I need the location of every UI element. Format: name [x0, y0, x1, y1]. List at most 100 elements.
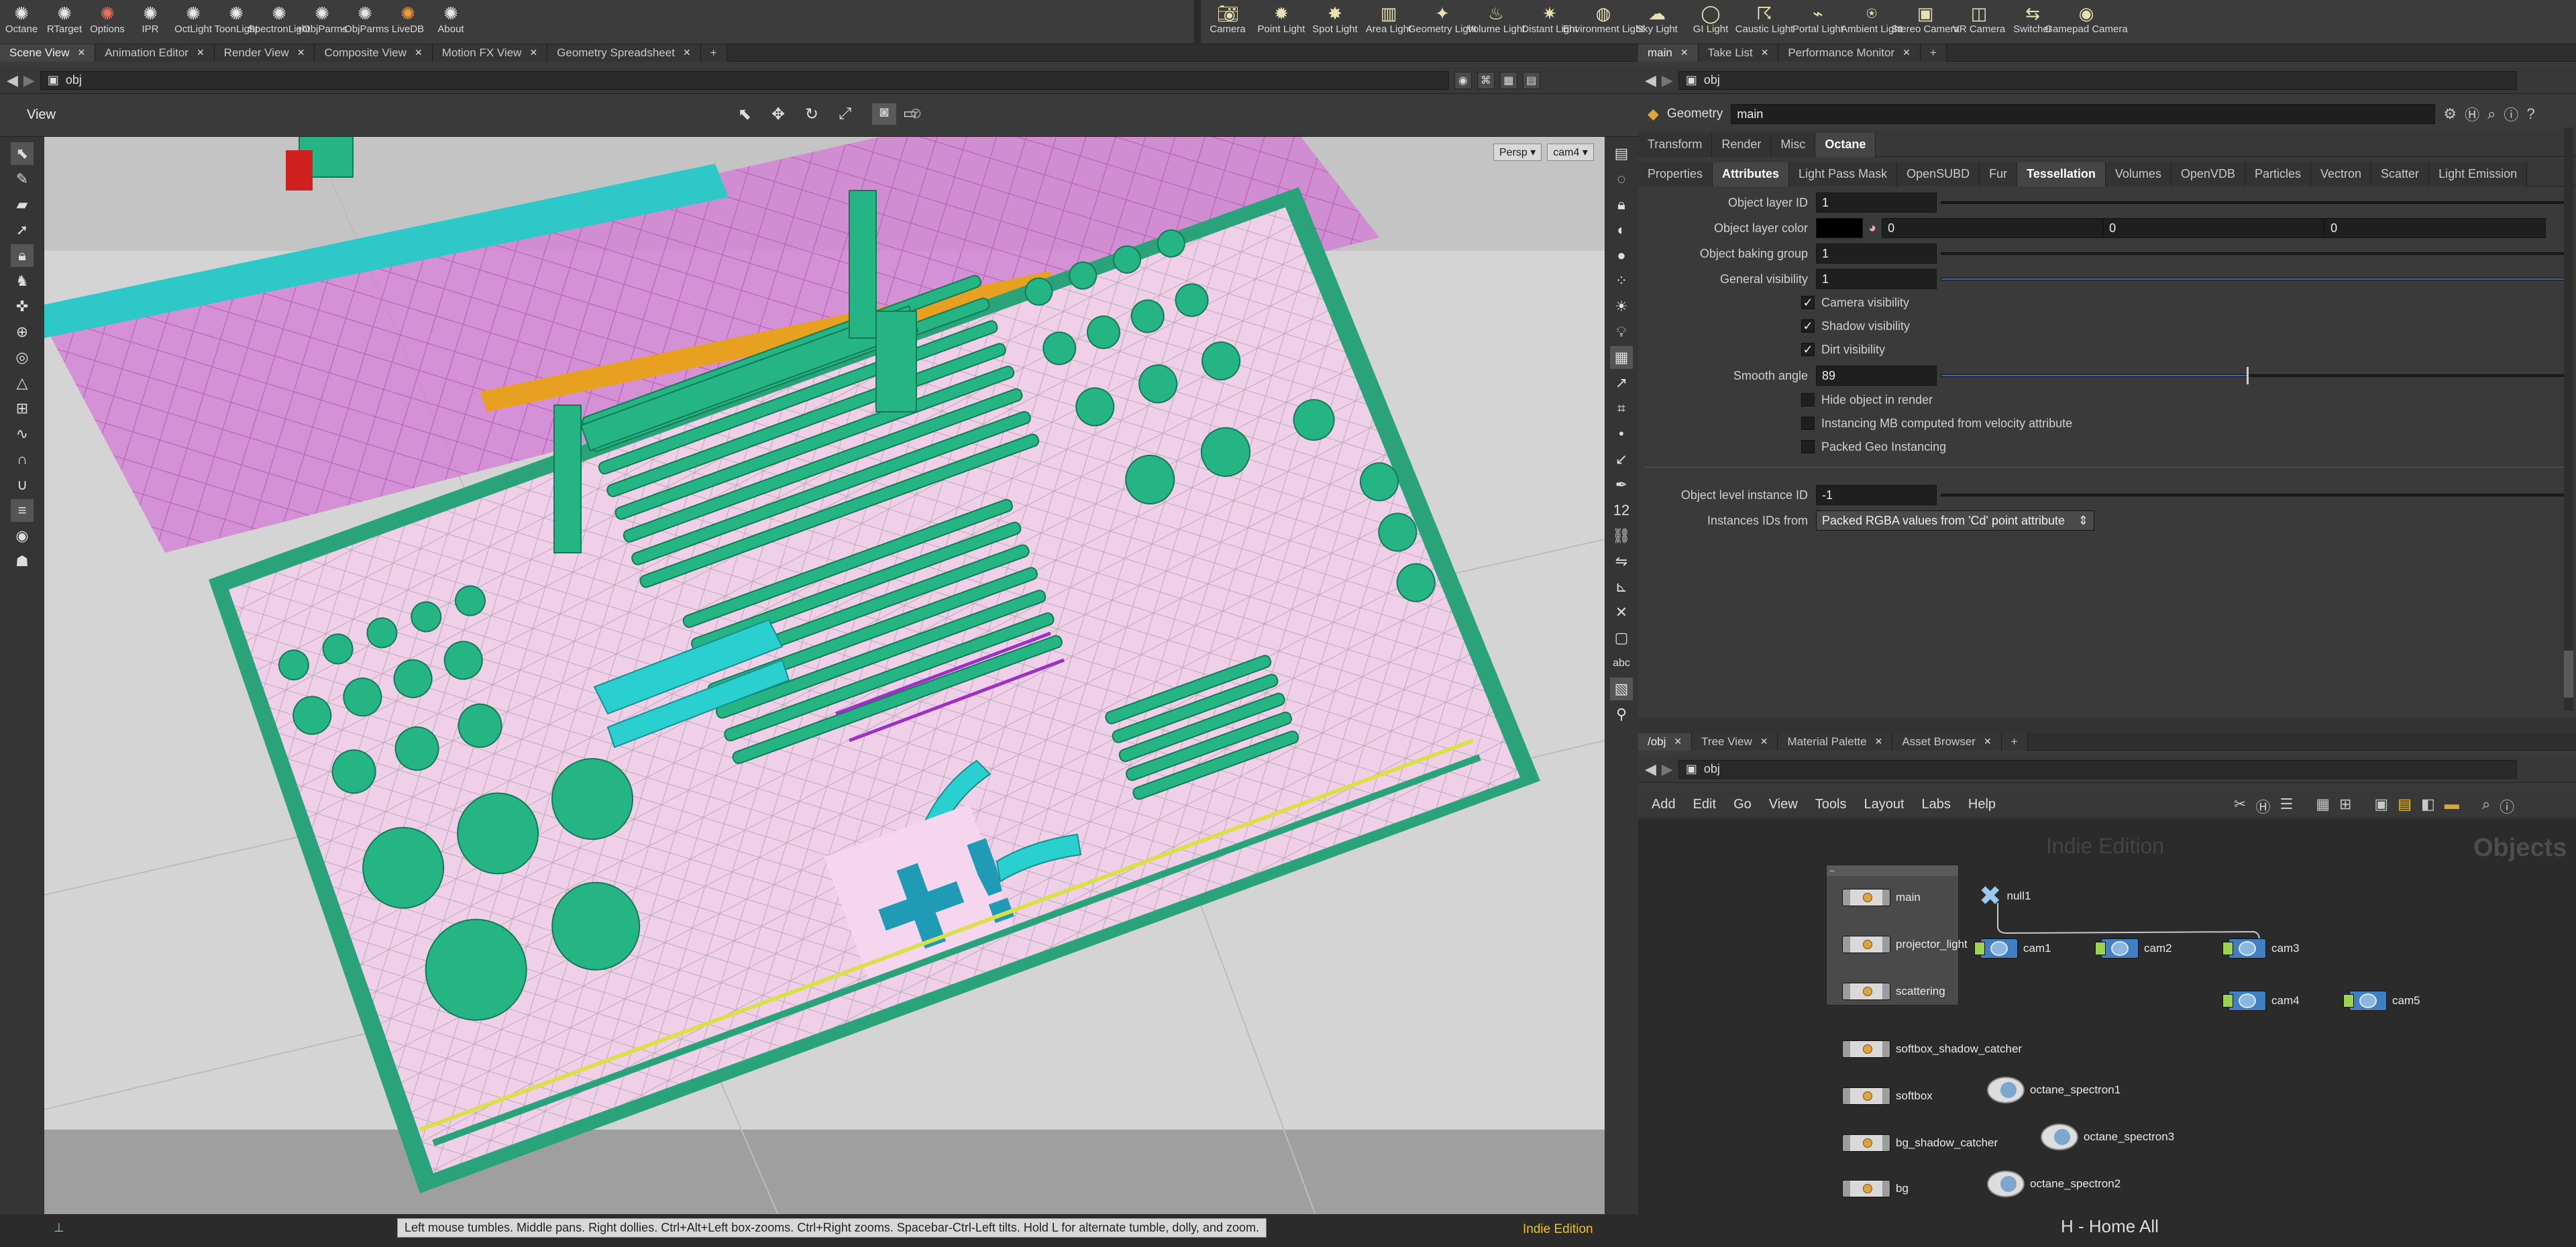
- shelf-tool-distant-light[interactable]: ✷ Distant Light: [1521, 0, 1577, 43]
- close-icon[interactable]: ✕: [1902, 47, 1911, 58]
- camera-node-body[interactable]: [2095, 938, 2139, 959]
- geometry-node-body[interactable]: [1842, 1087, 1890, 1105]
- shelf-tool-stereo-camera[interactable]: ▣ Stereo Camera: [1891, 0, 1960, 43]
- node-cam5[interactable]: cam5: [2343, 991, 2420, 1011]
- layer-color-swatch[interactable]: [1816, 218, 1863, 238]
- param-tab-openvdb[interactable]: OpenVDB: [2171, 162, 2245, 186]
- general-visibility-slider[interactable]: [1941, 278, 2565, 280]
- close-icon[interactable]: ✕: [1875, 736, 1883, 747]
- node-cam1[interactable]: cam1: [1974, 938, 2051, 959]
- geometry-node-body[interactable]: [1842, 889, 1890, 906]
- pen-icon[interactable]: ✒: [1610, 474, 1633, 496]
- display-flag-icon[interactable]: [2222, 942, 2233, 955]
- lock-icon[interactable]: 🔒︎: [11, 244, 34, 267]
- shelf-tool-octlight[interactable]: ✺ OctLight: [172, 0, 215, 43]
- menu-labs[interactable]: Labs: [1922, 797, 1951, 812]
- lock-view-icon[interactable]: 🔒︎: [1610, 193, 1633, 216]
- node-scattering[interactable]: scattering: [1842, 983, 1945, 1000]
- shelf-tool-ipr[interactable]: ✺ IPR: [129, 0, 172, 43]
- geometry-node-body[interactable]: [1842, 1180, 1890, 1197]
- pointer-icon[interactable]: ➚: [11, 219, 34, 241]
- tab-take-list[interactable]: Take List ✕: [1698, 44, 1779, 62]
- pin-icon[interactable]: ◉: [1454, 71, 1472, 89]
- back-arrow-icon[interactable]: ◀: [7, 72, 18, 89]
- dirt-visibility-check[interactable]: ✓: [1801, 343, 1815, 356]
- node-softbox[interactable]: softbox: [1842, 1087, 1933, 1105]
- net-info-icon[interactable]: ⓘ: [2500, 796, 2514, 817]
- instancing-mb-check[interactable]: [1801, 417, 1815, 430]
- shelf-tool-camera[interactable]: 📷︎ Camera: [1201, 0, 1254, 43]
- object-layer-id-slider[interactable]: [1941, 201, 2565, 204]
- param-tab-opensubd[interactable]: OpenSUBD: [1897, 162, 1980, 186]
- node-octane-spectron2[interactable]: octane_spectron2: [1987, 1171, 2121, 1197]
- box-icon[interactable]: ▢: [1610, 627, 1633, 649]
- param-tab-light-pass-mask[interactable]: Light Pass Mask: [1789, 162, 1898, 186]
- close-icon[interactable]: ✕: [1760, 736, 1768, 747]
- add-tab-icon[interactable]: +: [2001, 733, 2028, 751]
- smooth-angle-slider[interactable]: [1941, 367, 2565, 384]
- node-null1[interactable]: ✖ null1: [1979, 881, 2031, 912]
- tab-asset-browser[interactable]: Asset Browser ✕: [1892, 733, 2002, 751]
- camera-node-body[interactable]: [2222, 938, 2266, 959]
- shelf-tool-volume-light[interactable]: ♨ Volume Light: [1467, 0, 1525, 43]
- param-tab-misc[interactable]: Misc: [1771, 132, 1816, 157]
- tab-animation-editor[interactable]: Animation Editor ✕: [95, 44, 215, 62]
- object-layer-id-field[interactable]: 1: [1816, 193, 1937, 213]
- texture-icon[interactable]: ▦: [1610, 346, 1633, 369]
- wrench-icon[interactable]: ✂: [2234, 796, 2246, 817]
- help-icon[interactable]: ?: [2526, 105, 2534, 123]
- record-icon[interactable]: ⊘: [910, 105, 922, 122]
- node-bg-shadow-catcher[interactable]: bg_shadow_catcher: [1842, 1134, 1998, 1152]
- node-cam2[interactable]: cam2: [2095, 938, 2172, 959]
- shelf-tool-gamepad-camera[interactable]: ◉ Gamepad Camera: [2045, 0, 2127, 43]
- menu-go[interactable]: Go: [1733, 797, 1752, 812]
- shelf-tool-ambient-light[interactable]: ⍟ Ambient Light: [1841, 0, 1902, 43]
- close-icon[interactable]: ✕: [415, 47, 423, 58]
- menu-layout[interactable]: Layout: [1864, 797, 1904, 812]
- hide-object-toggle[interactable]: Hide object in render: [1801, 390, 1933, 410]
- pose-icon[interactable]: ♞: [11, 270, 34, 292]
- geometry-node-body[interactable]: [1842, 1040, 1890, 1058]
- close-icon[interactable]: ✕: [683, 47, 691, 58]
- param-tab-fur[interactable]: Fur: [1980, 162, 2018, 186]
- shelf-tool-point-light[interactable]: ✹ Point Light: [1254, 0, 1308, 43]
- pin-viewport-icon[interactable]: ⚲: [1610, 703, 1633, 726]
- color-b-field[interactable]: 0: [2324, 218, 2546, 238]
- camera-visibility-toggle[interactable]: ✓ Camera visibility: [1801, 292, 1909, 313]
- shelf-tool-about[interactable]: ✺ About: [429, 0, 472, 43]
- paint-icon[interactable]: ▰: [11, 193, 34, 216]
- close-icon[interactable]: ✕: [1674, 736, 1682, 747]
- camera-node-body[interactable]: [1974, 938, 2018, 959]
- net-forward-icon[interactable]: ▶: [1662, 761, 1673, 778]
- grid-icon[interactable]: ▦: [1499, 71, 1517, 89]
- param-forward-icon[interactable]: ▶: [1662, 72, 1673, 89]
- packed-geo-check[interactable]: [1801, 440, 1815, 453]
- forward-arrow-icon[interactable]: ▶: [23, 72, 35, 89]
- param-tab-tessellation[interactable]: Tessellation: [2017, 162, 2106, 186]
- tab-scene-view[interactable]: Scene View ✕: [0, 44, 96, 62]
- object-baking-group-slider[interactable]: [1941, 252, 2565, 255]
- param-path-field[interactable]: ▣ obj: [1678, 70, 2517, 90]
- tab-geometry-spreadsheet[interactable]: Geometry Spreadsheet ✕: [547, 44, 701, 62]
- tab-performance-monitor[interactable]: Performance Monitor ✕: [1778, 44, 1921, 62]
- instances-from-dropdown[interactable]: Packed RGBA values from 'Cd' point attri…: [1816, 510, 2094, 531]
- shelf-tool-caustic-light[interactable]: ☈ Caustic Light: [1735, 0, 1794, 43]
- node-octane-spectron3[interactable]: octane_spectron3: [2041, 1124, 2174, 1150]
- shelf-tool-vr-camera[interactable]: ◫ VR Camera: [1952, 0, 2006, 43]
- camera-view-icon[interactable]: ◙: [872, 103, 896, 125]
- node-cam4[interactable]: cam4: [2222, 991, 2300, 1011]
- twelve-icon[interactable]: 12: [1610, 499, 1633, 522]
- close-icon[interactable]: ✕: [1984, 736, 1992, 747]
- shelf-tool-rtarget[interactable]: ✺ RTarget: [43, 0, 86, 43]
- param-tab-render[interactable]: Render: [1712, 132, 1772, 157]
- shelf-tool-octane[interactable]: ✺ Octane: [0, 0, 43, 43]
- menu-add[interactable]: Add: [1652, 797, 1676, 812]
- network-editor[interactable]: Indie Edition Objects H - Home All − mai…: [1638, 819, 2576, 1247]
- param-tab-attributes[interactable]: Attributes: [1713, 162, 1790, 186]
- param-tab-vectron[interactable]: Vectron: [2310, 162, 2372, 186]
- shelf-tool-gi-light[interactable]: ◯ GI Light: [1684, 0, 1737, 43]
- packed-geo-toggle[interactable]: Packed Geo Instancing: [1801, 437, 1946, 457]
- link-chain-icon[interactable]: ⛓: [1610, 525, 1633, 547]
- shelf-tool--objparms[interactable]: ✺ -ObjParms: [341, 0, 389, 43]
- persp-menu[interactable]: Persp ▾: [1493, 144, 1542, 161]
